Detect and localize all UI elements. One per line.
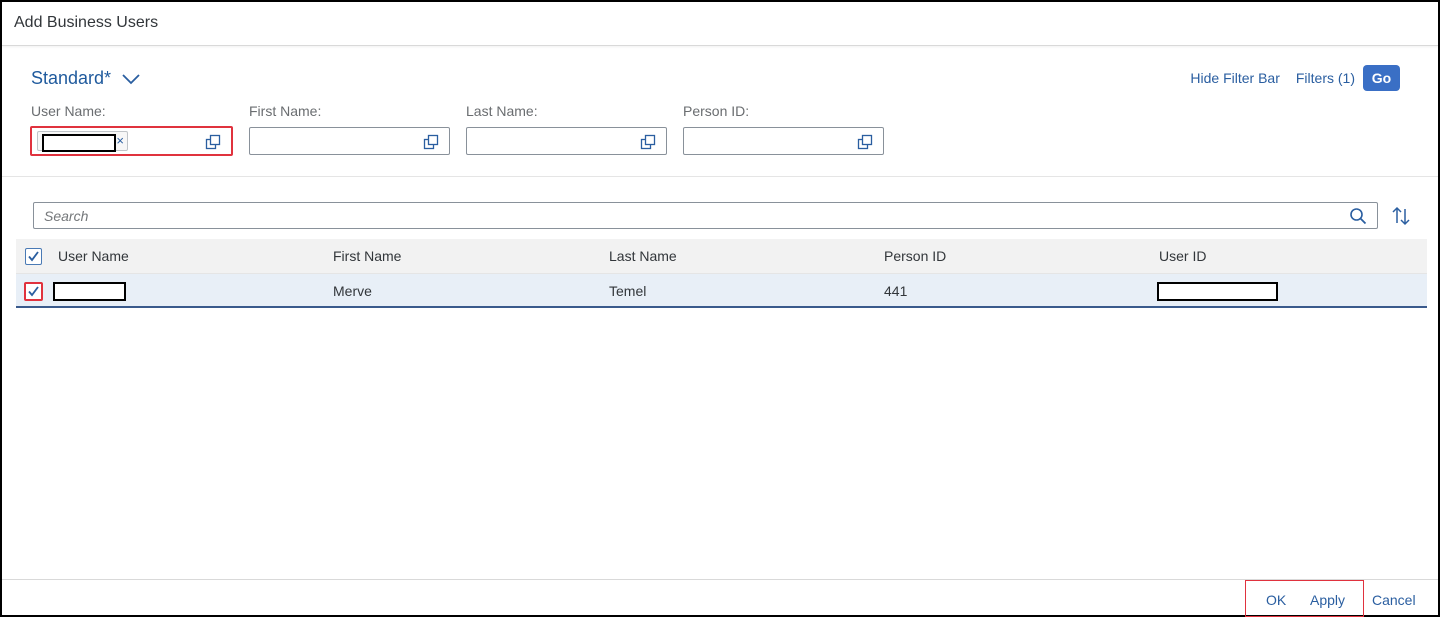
search-placeholder: Search: [44, 208, 89, 224]
checkmark-icon: [28, 251, 39, 262]
hide-filter-bar-button[interactable]: Hide Filter Bar: [1190, 70, 1279, 86]
redacted-user-id: [1157, 282, 1278, 301]
filter-label-first-name: First Name:: [249, 103, 322, 119]
chevron-down-icon: [122, 73, 140, 84]
table-header: User Name First Name Last Name Person ID…: [16, 239, 1427, 274]
table-row[interactable]: Merve Temel 441: [16, 274, 1427, 308]
filter-last-name: Last Name:: [466, 103, 668, 155]
column-header-last-name[interactable]: Last Name: [609, 248, 677, 264]
search-icon[interactable]: [1349, 207, 1367, 225]
add-business-users-dialog: Add Business Users Standard* Hide Filter…: [0, 0, 1440, 617]
column-header-user-name[interactable]: User Name: [58, 248, 129, 264]
token-remove-icon[interactable]: ×: [116, 133, 124, 148]
filter-separator: [2, 176, 1438, 177]
highlight-box: [1245, 580, 1364, 617]
variant-name: Standard*: [31, 68, 112, 88]
filter-label-person-id: Person ID:: [683, 103, 750, 119]
value-help-icon[interactable]: [640, 134, 656, 150]
filter-first-name: First Name:: [249, 103, 451, 155]
first-name-input[interactable]: [249, 127, 450, 155]
variant-selector[interactable]: Standard*: [31, 68, 141, 89]
filter-label-last-name: Last Name:: [466, 103, 538, 119]
cell-last-name: Temel: [609, 283, 647, 299]
dialog-header: Add Business Users: [2, 2, 1438, 46]
user-name-input[interactable]: ×: [30, 126, 233, 156]
column-header-first-name[interactable]: First Name: [333, 248, 401, 264]
cell-first-name: Merve: [333, 283, 372, 299]
column-header-person-id[interactable]: Person ID: [884, 248, 946, 264]
column-header-user-id[interactable]: User ID: [1159, 248, 1206, 264]
cell-person-id: 441: [884, 283, 908, 299]
person-id-input[interactable]: [683, 127, 884, 155]
users-table: User Name First Name Last Name Person ID…: [16, 239, 1427, 308]
filter-actions: Hide Filter Bar Filters (1) Go: [1190, 65, 1400, 91]
value-help-icon[interactable]: [423, 134, 439, 150]
value-help-icon[interactable]: [857, 134, 873, 150]
select-all-checkbox[interactable]: [25, 248, 42, 265]
sort-icon[interactable]: [1390, 205, 1412, 227]
user-name-token[interactable]: ×: [37, 131, 128, 152]
value-help-icon[interactable]: [205, 134, 221, 150]
go-button[interactable]: Go: [1363, 65, 1400, 91]
dialog-title: Add Business Users: [14, 14, 159, 31]
row-select-checkbox[interactable]: [24, 282, 43, 301]
redacted-user-name: [53, 282, 126, 301]
dialog-footer: OK Apply Cancel: [2, 579, 1438, 615]
filter-label-user-name: User Name:: [31, 103, 106, 119]
cancel-button[interactable]: Cancel: [1372, 592, 1416, 608]
checkmark-icon: [28, 286, 39, 297]
filter-person-id: Person ID:: [683, 103, 885, 155]
last-name-input[interactable]: [466, 127, 667, 155]
filters-button[interactable]: Filters (1): [1296, 70, 1355, 86]
filter-user-name: User Name: ×: [30, 103, 233, 156]
search-input[interactable]: Search: [33, 202, 1378, 229]
redacted-token-text: [42, 134, 116, 152]
